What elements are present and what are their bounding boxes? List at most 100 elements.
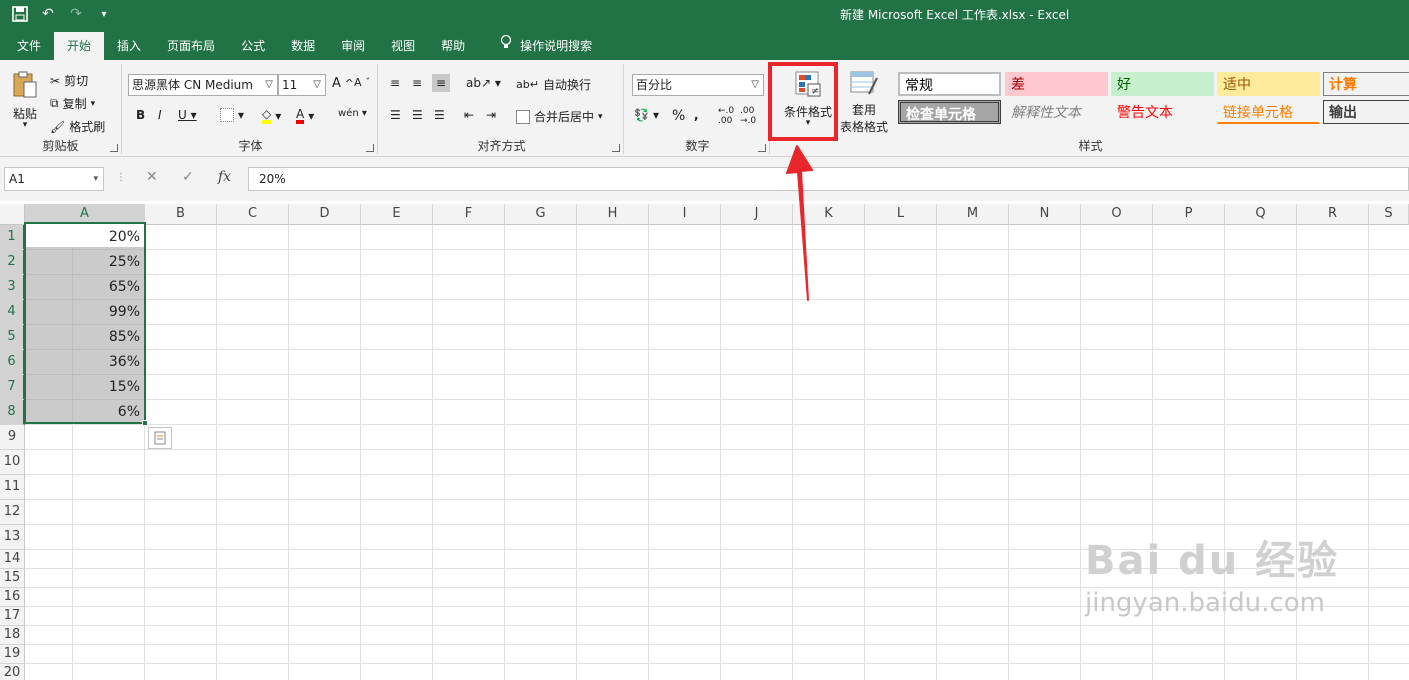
column-header-q[interactable]: Q — [1225, 204, 1297, 225]
row-header-11[interactable]: 11 — [0, 475, 25, 500]
style-explanatory[interactable]: 解释性文本 — [1005, 100, 1108, 124]
row-header-16[interactable]: 16 — [0, 588, 25, 607]
fill-handle[interactable] — [142, 420, 148, 426]
tab-home[interactable]: 开始 — [54, 32, 105, 60]
select-all-corner[interactable] — [0, 204, 25, 225]
row-header-10[interactable]: 10 — [0, 450, 25, 475]
cell-a6[interactable]: 36% — [25, 350, 145, 375]
tell-me-search[interactable]: 操作说明搜索 — [478, 32, 605, 60]
cut-button[interactable]: ✂ 剪切 — [50, 72, 88, 89]
format-as-table-button[interactable]: 套用 表格格式 — [834, 70, 894, 135]
row-header-12[interactable]: 12 — [0, 500, 25, 525]
row-header-18[interactable]: 18 — [0, 626, 25, 645]
row-header-20[interactable]: 20 — [0, 664, 25, 680]
column-header-d[interactable]: D — [289, 204, 361, 225]
copy-button[interactable]: ⧉ 复制 ▾ — [50, 95, 95, 112]
cell-a5[interactable]: 85% — [25, 325, 145, 350]
column-header-o[interactable]: O — [1081, 204, 1153, 225]
borders-button[interactable]: ▾ — [220, 108, 244, 122]
tab-insert[interactable]: 插入 — [104, 32, 154, 60]
column-header-m[interactable]: M — [937, 204, 1009, 225]
tab-review[interactable]: 审阅 — [328, 32, 378, 60]
style-normal[interactable]: 常规 — [898, 72, 1001, 96]
row-header-3[interactable]: 3 — [0, 275, 25, 300]
percent-style-button[interactable]: % — [672, 108, 685, 124]
row-header-2[interactable]: 2 — [0, 250, 25, 275]
row-header-19[interactable]: 19 — [0, 645, 25, 664]
top-align-button[interactable]: ≡ — [390, 76, 400, 90]
font-color-button[interactable]: A ▾ — [296, 108, 314, 124]
cell-a1[interactable]: 20% — [25, 225, 145, 250]
cell-a8[interactable]: 6% — [25, 400, 145, 425]
customize-qat-icon[interactable]: ▾ — [94, 4, 114, 24]
row-header-15[interactable]: 15 — [0, 569, 25, 588]
grow-font-button[interactable]: A ^ — [332, 76, 354, 91]
increase-indent-button[interactable]: ⇥ — [486, 108, 496, 122]
decrease-decimal-button[interactable]: .00 →.0 — [740, 106, 756, 126]
tab-page-layout[interactable]: 页面布局 — [154, 32, 228, 60]
column-header-h[interactable]: H — [577, 204, 649, 225]
phonetic-button[interactable]: wén ▾ — [338, 108, 367, 119]
tab-view[interactable]: 视图 — [378, 32, 428, 60]
alignment-launcher-icon[interactable] — [612, 144, 620, 152]
undo-icon[interactable]: ↶ — [38, 4, 58, 24]
column-header-p[interactable]: P — [1153, 204, 1225, 225]
underline-button[interactable]: U ▾ — [178, 108, 197, 122]
decrease-indent-button[interactable]: ⇤ — [464, 108, 474, 122]
style-output[interactable]: 输出 — [1323, 100, 1409, 124]
column-header-g[interactable]: G — [505, 204, 577, 225]
row-header-1[interactable]: 1 — [0, 225, 25, 250]
number-format-combo[interactable]: 百分比 ▽ — [632, 74, 764, 96]
redo-icon[interactable]: ↷ — [66, 4, 86, 24]
bold-button[interactable]: B — [136, 108, 145, 122]
merge-center-button[interactable]: 合并后居中 ▾ — [516, 108, 603, 125]
italic-button[interactable]: I — [158, 108, 162, 122]
tab-file[interactable]: 文件 — [4, 32, 54, 60]
quick-analysis-button[interactable] — [148, 427, 172, 449]
orientation-button[interactable]: ab↗ ▾ — [466, 76, 501, 90]
row-header-17[interactable]: 17 — [0, 607, 25, 626]
shrink-font-button[interactable]: Aˇ — [354, 76, 370, 89]
clipboard-launcher-icon[interactable] — [110, 144, 118, 152]
style-good[interactable]: 好 — [1111, 72, 1214, 96]
column-header-i[interactable]: I — [649, 204, 721, 225]
increase-decimal-button[interactable]: ←.0.00 — [718, 106, 734, 126]
fill-color-button[interactable]: ◇ ▾ — [262, 108, 281, 124]
cancel-icon[interactable]: ✕ — [146, 169, 158, 185]
cell-a3[interactable]: 65% — [25, 275, 145, 300]
paste-button[interactable]: 粘贴 ▾ — [10, 70, 40, 130]
style-check-cell[interactable]: 检查单元格 — [898, 100, 1001, 124]
style-bad[interactable]: 差 — [1005, 72, 1108, 96]
style-calculation[interactable]: 计算 — [1323, 72, 1409, 96]
font-size-combo[interactable]: 11 ▽ — [278, 74, 326, 96]
row-header-8[interactable]: 8 — [0, 400, 25, 425]
row-header-5[interactable]: 5 — [0, 325, 25, 350]
wrap-text-button[interactable]: ab↵ 自动换行 — [516, 76, 591, 93]
style-warning[interactable]: 警告文本 — [1111, 100, 1214, 124]
number-launcher-icon[interactable] — [758, 144, 766, 152]
font-launcher-icon[interactable] — [366, 144, 374, 152]
column-header-k[interactable]: K — [793, 204, 865, 225]
column-header-r[interactable]: R — [1297, 204, 1369, 225]
font-name-combo[interactable]: 思源黑体 CN Medium ▽ — [128, 74, 278, 96]
comma-style-button[interactable]: , — [694, 108, 699, 122]
cell-a4[interactable]: 99% — [25, 300, 145, 325]
accounting-format-button[interactable]: 💱 ▾ — [634, 108, 659, 122]
row-header-9[interactable]: 9 — [0, 425, 25, 450]
column-header-s[interactable]: S — [1369, 204, 1409, 225]
column-header-f[interactable]: F — [433, 204, 505, 225]
row-header-14[interactable]: 14 — [0, 550, 25, 569]
column-header-j[interactable]: J — [721, 204, 793, 225]
cell-a2[interactable]: 25% — [25, 250, 145, 275]
tab-help[interactable]: 帮助 — [428, 32, 478, 60]
column-header-c[interactable]: C — [217, 204, 289, 225]
row-header-6[interactable]: 6 — [0, 350, 25, 375]
tab-data[interactable]: 数据 — [278, 32, 328, 60]
column-header-e[interactable]: E — [361, 204, 433, 225]
formula-input[interactable]: 20% — [248, 167, 1409, 191]
name-box[interactable]: A1 ▾ — [4, 167, 104, 191]
column-header-b[interactable]: B — [145, 204, 217, 225]
insert-function-icon[interactable]: fx — [218, 169, 231, 185]
row-header-13[interactable]: 13 — [0, 525, 25, 550]
middle-align-button[interactable]: ≡ — [412, 76, 422, 90]
